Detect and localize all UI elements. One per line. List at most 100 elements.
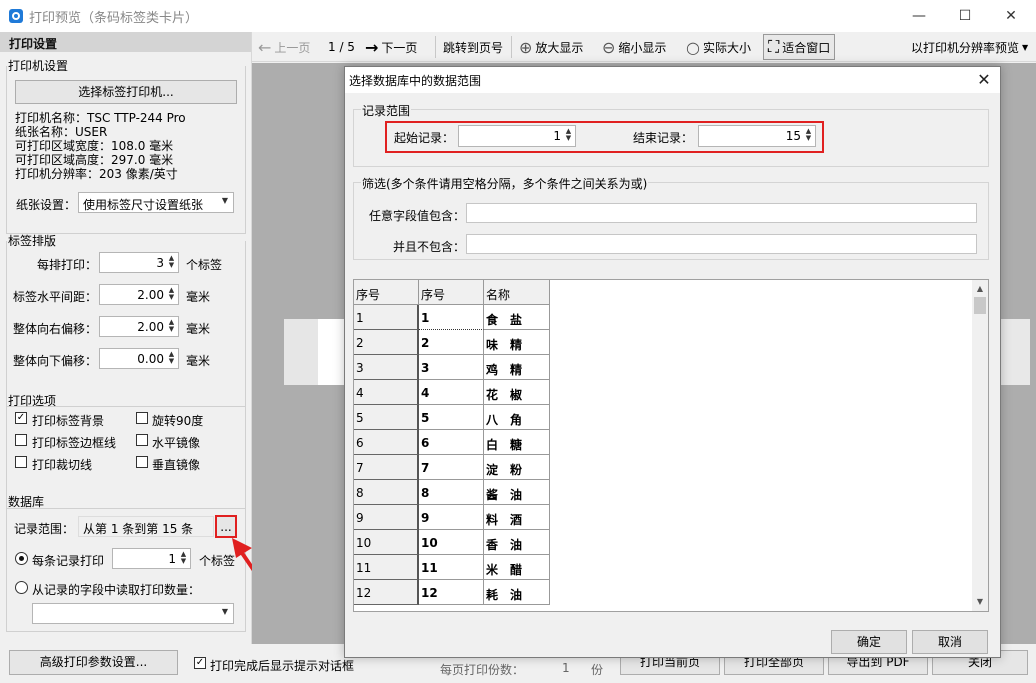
print-bg-checkbox[interactable]: ✓ — [15, 412, 27, 424]
id-cell[interactable]: 12 — [419, 580, 484, 605]
row-index-cell[interactable]: 10 — [354, 530, 419, 555]
row-index-cell[interactable]: 12 — [354, 580, 419, 605]
spin-arrows-icon[interactable]: ▲ ▼ — [167, 255, 176, 270]
minimize-button[interactable]: — — [896, 0, 942, 32]
name-cell[interactable]: 米 醋 — [484, 555, 550, 580]
contains-input[interactable] — [466, 203, 977, 223]
name-cell[interactable]: 鸡 精 — [484, 355, 550, 380]
name-cell[interactable]: 料 酒 — [484, 505, 550, 530]
print-border-checkbox[interactable] — [15, 434, 27, 446]
close-window-button[interactable]: ✕ — [988, 0, 1034, 32]
zoom-out-button[interactable]: ⊖ 缩小显示 — [602, 32, 666, 62]
cancel-button[interactable]: 取消 — [912, 630, 988, 654]
close-icon[interactable]: ✕ — [968, 67, 1000, 93]
resolution-preview-dropdown[interactable]: 以打印机分辨率预览 ▼ — [911, 32, 1028, 62]
spin-arrows-icon[interactable]: ▲ ▼ — [167, 351, 176, 366]
id-cell[interactable]: 1 — [419, 305, 484, 330]
h-spacing-value: 2.00 — [137, 288, 164, 302]
scroll-down-icon[interactable]: ▼ — [972, 595, 988, 609]
row-index-cell[interactable]: 4 — [354, 380, 419, 405]
show-dialog-label: 打印完成后显示提示对话框 — [210, 659, 355, 673]
name-cell[interactable]: 八 角 — [484, 405, 550, 430]
row-index-cell[interactable]: 1 — [354, 305, 419, 330]
id-cell[interactable]: 4 — [419, 380, 484, 405]
title-bar: 打印预览（条码标签类卡片） — ☐ ✕ — [0, 0, 1036, 32]
name-cell[interactable]: 酱 油 — [484, 480, 550, 505]
name-cell[interactable]: 白 糖 — [484, 430, 550, 455]
select-printer-button[interactable]: 选择标签打印机... — [15, 80, 237, 104]
rotate-checkbox[interactable] — [136, 412, 148, 424]
spin-arrows-icon[interactable]: ▲ ▼ — [167, 319, 176, 334]
next-page-button[interactable]: → 下一页 — [365, 32, 417, 62]
per-row-stepper[interactable]: 3 ▲ ▼ — [99, 252, 179, 273]
name-cell[interactable]: 耗 油 — [484, 580, 550, 605]
row-index-cell[interactable]: 7 — [354, 455, 419, 480]
field-count-select[interactable]: ▼ — [32, 603, 234, 624]
magnifier-icon: ○ — [686, 37, 700, 57]
start-record-stepper[interactable]: 1 ▲ ▼ — [458, 125, 576, 147]
column-header[interactable]: 名称 — [484, 280, 550, 305]
excludes-input[interactable] — [466, 234, 977, 254]
id-cell[interactable]: 10 — [419, 530, 484, 555]
zoom-in-button[interactable]: ⊕ 放大显示 — [519, 32, 583, 62]
row-index-cell[interactable]: 3 — [354, 355, 419, 380]
row-index-cell[interactable]: 9 — [354, 505, 419, 530]
prev-page-button[interactable]: ← 上一页 — [258, 32, 310, 62]
row-index-cell[interactable]: 2 — [354, 330, 419, 355]
name-cell[interactable]: 淀 粉 — [484, 455, 550, 480]
h-spacing-stepper[interactable]: 2.00 ▲ ▼ — [99, 284, 179, 305]
paper-setting-select[interactable]: 使用标签尺寸设置纸张 ▼ — [78, 192, 234, 213]
id-cell[interactable]: 11 — [419, 555, 484, 580]
id-cell[interactable]: 9 — [419, 505, 484, 530]
toolbar-separator — [511, 36, 512, 58]
row-index-cell[interactable]: 6 — [354, 430, 419, 455]
scroll-thumb[interactable] — [974, 297, 986, 314]
show-dialog-checkbox[interactable]: ✓ — [194, 657, 206, 669]
per-record-radio[interactable] — [15, 552, 28, 565]
column-header[interactable]: 序号 — [354, 280, 419, 305]
field-count-radio[interactable] — [15, 581, 28, 594]
spin-arrows-icon[interactable]: ▲ ▼ — [167, 287, 176, 302]
per-record-stepper[interactable]: 1 ▲ ▼ — [112, 548, 191, 569]
maximize-button[interactable]: ☐ — [942, 0, 988, 32]
fit-window-button[interactable]: ⛶ 适合窗口 — [763, 34, 836, 60]
cut-line-checkbox[interactable] — [15, 456, 27, 468]
label-page-preview — [1000, 319, 1030, 385]
per-row-unit: 个标签 — [186, 258, 223, 272]
id-cell[interactable]: 8 — [419, 480, 484, 505]
scroll-up-icon[interactable]: ▲ — [972, 282, 988, 296]
row-index-cell[interactable]: 11 — [354, 555, 419, 580]
name-cell[interactable]: 香 油 — [484, 530, 550, 555]
id-cell[interactable]: 6 — [419, 430, 484, 455]
range-ellipsis-button[interactable]: ... — [215, 515, 237, 538]
printable-width: 可打印区域宽度：108.0 毫米 — [15, 139, 174, 153]
name-cell[interactable]: 花 椒 — [484, 380, 550, 405]
name-cell[interactable]: 味 精 — [484, 330, 550, 355]
zoom-out-icon: ⊖ — [602, 37, 616, 57]
printable-height: 可打印区域高度：297.0 毫米 — [15, 153, 174, 167]
id-cell[interactable]: 2 — [419, 330, 484, 355]
dialog-title: 选择数据库中的数据范围 — [349, 73, 482, 88]
id-cell[interactable]: 3 — [419, 355, 484, 380]
spin-arrows-icon[interactable]: ▲ ▼ — [179, 551, 188, 566]
column-header[interactable]: 序号 — [419, 280, 484, 305]
ok-button[interactable]: 确定 — [831, 630, 907, 654]
id-cell[interactable]: 5 — [419, 405, 484, 430]
advanced-settings-button[interactable]: 高级打印参数设置... — [9, 650, 178, 675]
grid-scrollbar[interactable]: ▲ ▼ — [972, 280, 988, 611]
end-record-stepper[interactable]: 15 ▲ ▼ — [698, 125, 816, 147]
row-index-cell[interactable]: 8 — [354, 480, 419, 505]
spin-arrows-icon[interactable]: ▲ ▼ — [804, 128, 813, 143]
v-mirror-checkbox[interactable] — [136, 456, 148, 468]
right-offset-stepper[interactable]: 2.00 ▲ ▼ — [99, 316, 179, 337]
jump-page-button[interactable]: 跳转到页号 — [443, 32, 503, 62]
row-index-cell[interactable]: 5 — [354, 405, 419, 430]
spin-arrows-icon[interactable]: ▲ ▼ — [564, 128, 573, 143]
paper-setting-value: 使用标签尺寸设置纸张 — [83, 198, 204, 212]
actual-size-button[interactable]: ○ 实际大小 — [686, 32, 751, 62]
h-mirror-checkbox[interactable] — [136, 434, 148, 446]
records-grid[interactable]: 序号 序号 名称 11食 盐22味 精33鸡 精44花 椒55八 角66白 糖7… — [353, 279, 989, 612]
down-offset-stepper[interactable]: 0.00 ▲ ▼ — [99, 348, 179, 369]
id-cell[interactable]: 7 — [419, 455, 484, 480]
name-cell[interactable]: 食 盐 — [484, 305, 550, 330]
